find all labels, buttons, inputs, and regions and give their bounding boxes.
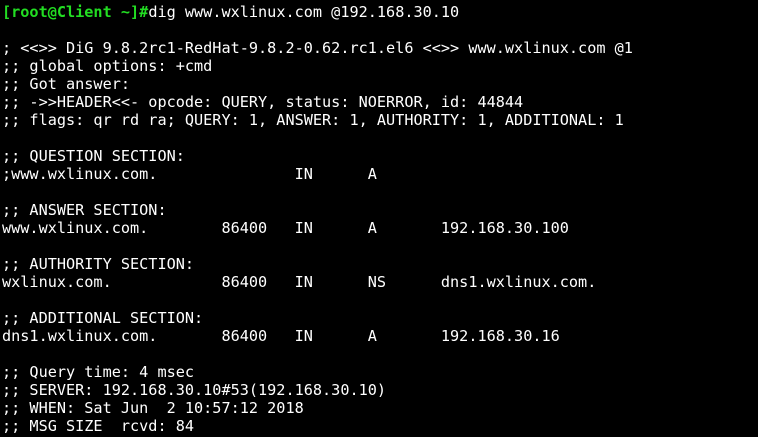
msg-size-line: ;; MSG SIZE rcvd: 84 (2, 417, 195, 435)
question-record: ;www.wxlinux.com. IN A (2, 165, 377, 183)
command-line: [root@Client ~]#dig www.wxlinux.com @192… (2, 3, 758, 21)
authority-section-title: ;; AUTHORITY SECTION: (2, 255, 195, 273)
question-section-title: ;; QUESTION SECTION: (2, 147, 185, 165)
additional-section-title: ;; ADDITIONAL SECTION: (2, 309, 204, 327)
query-time-line: ;; Query time: 4 msec (2, 363, 195, 381)
flags-line: ;; flags: qr rd ra; QUERY: 1, ANSWER: 1,… (2, 111, 624, 129)
additional-record: dns1.wxlinux.com. 86400 IN A 192.168.30.… (2, 327, 560, 345)
header-line: ;; ->>HEADER<<- opcode: QUERY, status: N… (2, 93, 524, 111)
shell-prompt: [root@Client ~]# (2, 3, 149, 21)
command-text: dig www.wxlinux.com @192.168.30.10 (148, 3, 460, 21)
got-answer-line: ;; Got answer: (2, 75, 131, 93)
global-options-line: ;; global options: +cmd (2, 57, 213, 75)
authority-record: wxlinux.com. 86400 IN NS dns1.wxlinux.co… (2, 273, 597, 291)
answer-record: www.wxlinux.com. 86400 IN A 192.168.30.1… (2, 219, 569, 237)
server-line: ;; SERVER: 192.168.30.10#53(192.168.30.1… (2, 381, 387, 399)
terminal-window[interactable]: [root@Client ~]#dig www.wxlinux.com @192… (0, 0, 758, 437)
when-line: ;; WHEN: Sat Jun 2 10:57:12 2018 (2, 399, 304, 417)
answer-section-title: ;; ANSWER SECTION: (2, 201, 167, 219)
dig-version-line: ; <<>> DiG 9.8.2rc1-RedHat-9.8.2-0.62.rc… (2, 39, 633, 57)
